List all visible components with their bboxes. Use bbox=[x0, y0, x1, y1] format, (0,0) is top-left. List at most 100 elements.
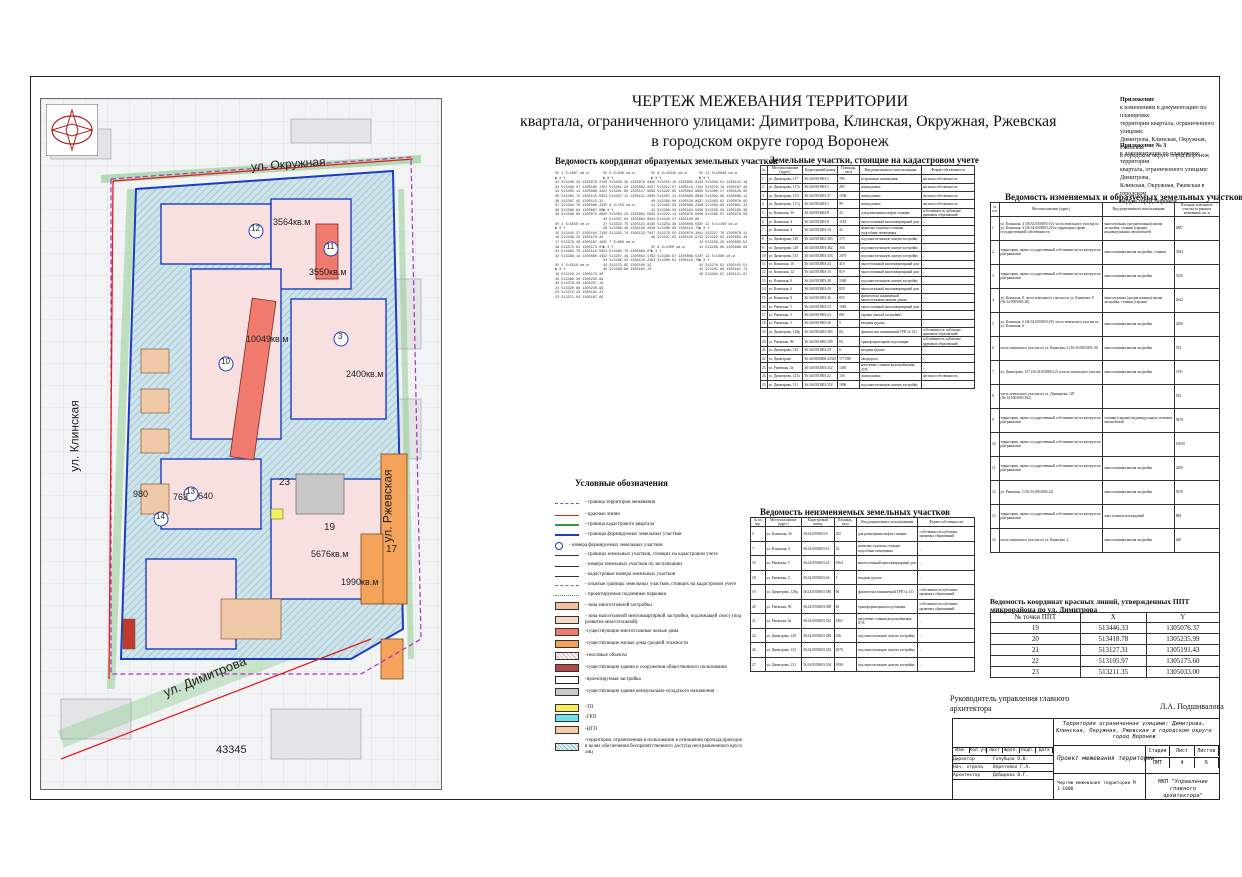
table-cell: 36:34:0503003:8 bbox=[802, 216, 839, 227]
table-cell: для размещения нефти станции bbox=[859, 207, 922, 219]
legend-item: -ГРП bbox=[555, 714, 745, 722]
coordinate-lists: ЗУ 1 S=2887 кв.м № X Y 32 513440.33 1305… bbox=[555, 172, 755, 492]
table-header-cell: Вид разрешенного использования bbox=[1102, 202, 1175, 217]
table-cell: под многоэтажную жилую застройку bbox=[856, 642, 919, 658]
legend-title: Условные обозначения bbox=[575, 478, 668, 488]
table-cell: – bbox=[920, 354, 976, 364]
legend-label: -существующие здания и сооружения общест… bbox=[585, 665, 727, 670]
table-cell: 336 bbox=[837, 242, 861, 253]
table-cell: 36:34:0503003:23 bbox=[802, 310, 839, 320]
legend-symbol-icon bbox=[555, 652, 579, 660]
table-cell: 84 bbox=[837, 336, 861, 347]
area-label: 2400кв.м bbox=[346, 369, 384, 379]
table-cell: 10049 bbox=[1173, 431, 1221, 457]
table-cell: 3 bbox=[990, 263, 1000, 289]
table-cell: – bbox=[917, 540, 975, 557]
table-cell: 99 bbox=[837, 199, 861, 209]
legend-symbol-icon bbox=[555, 704, 579, 712]
table-cell: 5 bbox=[760, 207, 768, 219]
table-cell: ул. Димитрова, 131 bbox=[766, 380, 804, 390]
table-cell: под многоэтажную жилую застройку bbox=[856, 656, 919, 673]
legend-label: - граница территории межевания bbox=[585, 500, 656, 505]
table-cell: 513105.97 bbox=[1079, 655, 1147, 667]
table-cell: ул. Димитрова bbox=[766, 354, 804, 364]
table-header-cell: № точки ППТ bbox=[990, 612, 1081, 623]
table-row: 5 ул. Клинская, 2б 36:34:0503003:9 292 для р… bbox=[750, 526, 975, 542]
table-cell: 18 bbox=[760, 318, 768, 329]
stamp-col-headers: Изм. Кол.уч Лист №док. Подп. Дата bbox=[953, 747, 1053, 753]
legend-label: - зона многоэтажной застройки bbox=[585, 603, 652, 608]
table-cell: территория, право государственной собств… bbox=[998, 503, 1104, 529]
legend-label: -существующие жилые дома средней этажнос… bbox=[585, 641, 689, 646]
plot-number: 3 bbox=[338, 332, 343, 341]
legend-item: - границы земельных участков, стоящих на… bbox=[555, 552, 745, 558]
table-cell: 9 bbox=[990, 407, 1000, 433]
table-cell: 20 bbox=[990, 633, 1081, 645]
legend-label: - граница кадастрового квартала bbox=[585, 522, 655, 527]
table-cell: – bbox=[917, 642, 975, 658]
table-cell: 513127.31 bbox=[1079, 644, 1147, 656]
table-cell: 12 bbox=[990, 479, 1000, 505]
table-cell: 36:34:0503003:24 bbox=[802, 259, 839, 269]
unchanged-heading: Ведомость неизменяемых земельных участко… bbox=[760, 507, 950, 517]
table-row: 19 ул. Димитрова, 129р 36:34:0503003:385 84… bbox=[760, 327, 976, 338]
table-cell: ул. Димитрова, 127 (36:34:0503003:2) и ч… bbox=[998, 359, 1104, 385]
area-label: 5676кв.м bbox=[311, 549, 349, 559]
table-cell: 2070 bbox=[837, 251, 861, 261]
table-cell: 2 bbox=[990, 239, 1000, 265]
table-row: 20 ул. Ржевская, 9б 36:34:0503003:390 84 тра… bbox=[760, 336, 976, 347]
table-row: 8 часть земельного участка по ул. Димитро… bbox=[990, 383, 1221, 409]
table-cell: ул. Клинская, 4 bbox=[766, 225, 804, 236]
table-cell: входная группа bbox=[859, 318, 922, 329]
table-cell: 8 bbox=[990, 383, 1000, 409]
table-cell: зона зеленых насаждений bbox=[1102, 503, 1175, 529]
legend-item: - проектируемые подземные парковки bbox=[555, 592, 745, 598]
table-row: 13 ул. Клинская, 8 36:34:0503003:28 1040 под… bbox=[760, 276, 976, 286]
legend-label: -существующие многоэтажные жилые дома bbox=[585, 629, 679, 634]
table-cell: ул. Димитрова, 117д bbox=[766, 199, 804, 209]
title-line-3: в городском округе город Воронеж bbox=[651, 133, 889, 150]
stamp-role: Нач. отдела bbox=[953, 765, 983, 770]
table-cell: 21 bbox=[760, 345, 768, 356]
table-row: 17 ул. Ржевская, 3 36:34:0503003:23 802 гара… bbox=[760, 310, 976, 320]
table-header-cell: Площадь земельного участка в границах ме… bbox=[1173, 202, 1221, 217]
legend-label: -ТП bbox=[585, 705, 594, 710]
stamp-person: Голубцов О.В. bbox=[993, 757, 1029, 762]
table-cell: 1185 bbox=[837, 216, 861, 227]
legend-symbol-icon bbox=[555, 502, 579, 504]
table-cell: 763 bbox=[1173, 335, 1221, 361]
table-cell: 36:34:0503003:385 bbox=[801, 584, 835, 600]
legend-item: -ЦТП bbox=[555, 726, 745, 734]
cadastral-number: 43345 bbox=[216, 744, 247, 756]
table-cell: собственность публично-правовых образова… bbox=[920, 207, 976, 219]
table-cell: 36:34:0503003:23 bbox=[801, 555, 835, 571]
legend-label: -территория, ограниченная в пользовании … bbox=[585, 738, 742, 755]
legend-item: - зона малоэтажной многоквартирной застр… bbox=[555, 614, 745, 626]
table-row: 11 ул. Клинская, 10 36:34:0503003:24 410 мно… bbox=[760, 259, 976, 269]
table-cell: территория, право государственной собств… bbox=[998, 239, 1104, 265]
table-header-cell: Местоположение (адрес) bbox=[766, 164, 804, 176]
legend-item: -существующие многоэтажные жилые дома bbox=[555, 628, 745, 636]
table-cell: 6 bbox=[990, 335, 1000, 361]
table-cell: автодорога bbox=[859, 354, 922, 364]
table-cell: многоэтажная жилая застройка bbox=[1102, 479, 1175, 505]
table-header-row: № точки ППТ X Y bbox=[990, 612, 1221, 623]
table-cell: 802 bbox=[837, 310, 861, 320]
table-cell: входная группа bbox=[859, 345, 922, 356]
table-row: 2 ул. Димитрова, 117а 36:34:0503003:3 285 жи… bbox=[760, 182, 976, 193]
table-cell: ул. Димитрова, 133 bbox=[766, 251, 804, 261]
table-row: 16 ул. Ржевская, 5 36:34:0503003:23 1964 мно… bbox=[760, 302, 976, 312]
plot-number: 10 bbox=[221, 357, 230, 366]
table-cell: ул. Клинская, 4 bbox=[766, 216, 804, 227]
table-cell: 36:34:0503003:382 bbox=[802, 242, 839, 253]
stamp-col-header: Кол.уч bbox=[969, 748, 987, 753]
unchanged-plots-table: № по чер. Местоположение (адрес) Кадастров… bbox=[750, 516, 975, 673]
table-cell: собственность публично-правовых образова… bbox=[920, 327, 976, 338]
table-cell: 15 bbox=[760, 292, 768, 304]
table-cell: часть земельного участка по ул. Клинская… bbox=[998, 527, 1104, 553]
table-cell: – bbox=[920, 380, 976, 390]
table-cell: – bbox=[917, 613, 975, 629]
table-row: 11 территория, право государственной собс… bbox=[990, 455, 1221, 481]
table-cell: 1 bbox=[760, 174, 768, 184]
table-cell: 19 bbox=[990, 622, 1081, 634]
